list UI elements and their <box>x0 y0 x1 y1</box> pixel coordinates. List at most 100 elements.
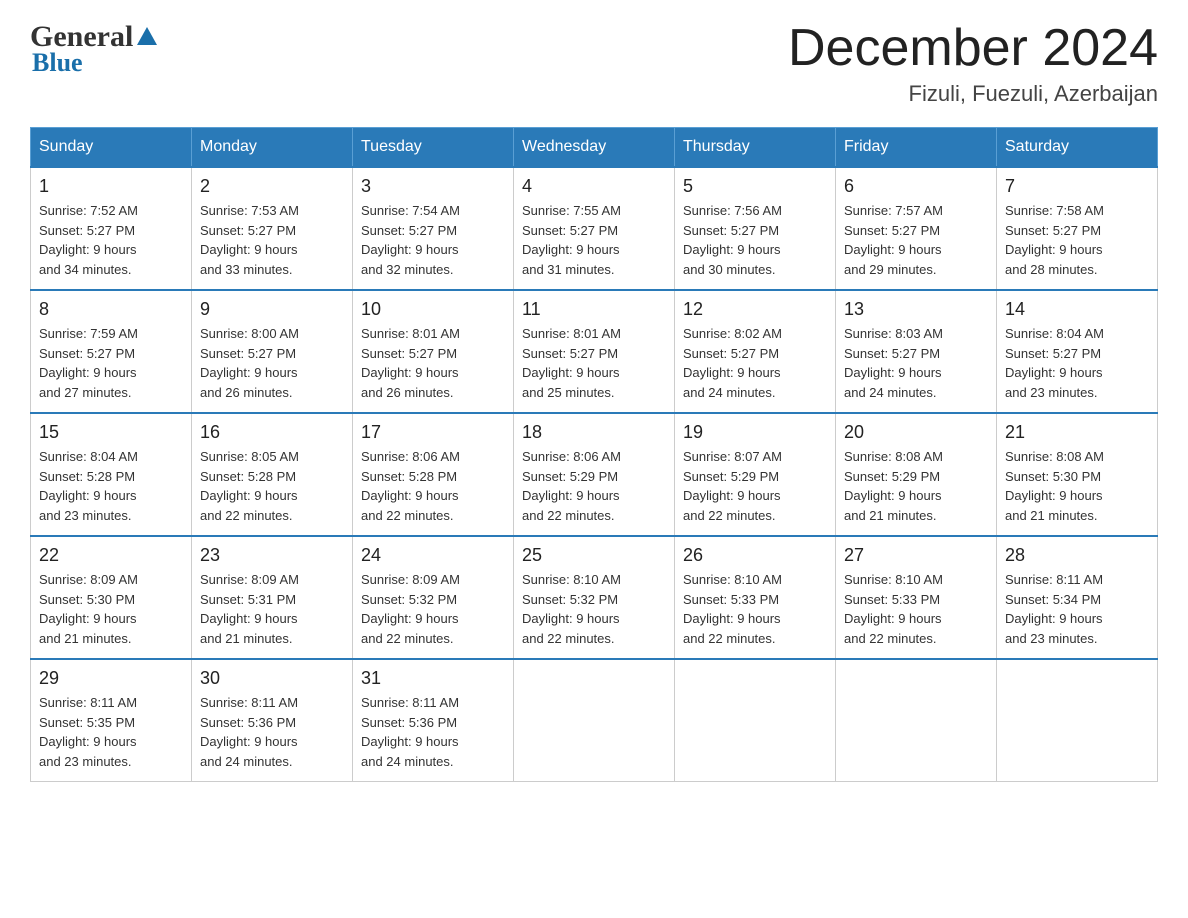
title-area: December 2024 Fizuli, Fuezuli, Azerbaija… <box>788 20 1158 107</box>
logo: General Blue <box>30 20 157 78</box>
calendar-cell: 21 Sunrise: 8:08 AM Sunset: 5:30 PM Dayl… <box>997 413 1158 536</box>
calendar-week-row: 8 Sunrise: 7:59 AM Sunset: 5:27 PM Dayli… <box>31 290 1158 413</box>
logo-blue-text: Blue <box>30 48 83 78</box>
calendar-cell: 29 Sunrise: 8:11 AM Sunset: 5:35 PM Dayl… <box>31 659 192 782</box>
calendar-week-row: 15 Sunrise: 8:04 AM Sunset: 5:28 PM Dayl… <box>31 413 1158 536</box>
calendar-cell: 16 Sunrise: 8:05 AM Sunset: 5:28 PM Dayl… <box>192 413 353 536</box>
calendar-cell: 2 Sunrise: 7:53 AM Sunset: 5:27 PM Dayli… <box>192 167 353 290</box>
day-info: Sunrise: 7:56 AM Sunset: 5:27 PM Dayligh… <box>683 201 827 279</box>
day-number: 13 <box>844 299 988 320</box>
calendar-cell: 17 Sunrise: 8:06 AM Sunset: 5:28 PM Dayl… <box>353 413 514 536</box>
col-friday: Friday <box>836 128 997 168</box>
logo-triangle-icon <box>137 27 157 45</box>
calendar-cell <box>836 659 997 782</box>
calendar-cell: 13 Sunrise: 8:03 AM Sunset: 5:27 PM Dayl… <box>836 290 997 413</box>
day-info: Sunrise: 8:04 AM Sunset: 5:27 PM Dayligh… <box>1005 324 1149 402</box>
day-number: 21 <box>1005 422 1149 443</box>
day-number: 16 <box>200 422 344 443</box>
col-wednesday: Wednesday <box>514 128 675 168</box>
calendar-cell: 28 Sunrise: 8:11 AM Sunset: 5:34 PM Dayl… <box>997 536 1158 659</box>
day-info: Sunrise: 8:11 AM Sunset: 5:35 PM Dayligh… <box>39 693 183 771</box>
day-number: 23 <box>200 545 344 566</box>
day-info: Sunrise: 7:53 AM Sunset: 5:27 PM Dayligh… <box>200 201 344 279</box>
calendar-cell: 9 Sunrise: 8:00 AM Sunset: 5:27 PM Dayli… <box>192 290 353 413</box>
calendar-cell: 22 Sunrise: 8:09 AM Sunset: 5:30 PM Dayl… <box>31 536 192 659</box>
calendar-cell: 18 Sunrise: 8:06 AM Sunset: 5:29 PM Dayl… <box>514 413 675 536</box>
month-year-title: December 2024 <box>788 20 1158 77</box>
calendar-cell: 5 Sunrise: 7:56 AM Sunset: 5:27 PM Dayli… <box>675 167 836 290</box>
page-header: General Blue December 2024 Fizuli, Fuezu… <box>30 20 1158 107</box>
calendar-table: Sunday Monday Tuesday Wednesday Thursday… <box>30 127 1158 782</box>
calendar-cell: 15 Sunrise: 8:04 AM Sunset: 5:28 PM Dayl… <box>31 413 192 536</box>
day-info: Sunrise: 8:02 AM Sunset: 5:27 PM Dayligh… <box>683 324 827 402</box>
calendar-cell: 24 Sunrise: 8:09 AM Sunset: 5:32 PM Dayl… <box>353 536 514 659</box>
header-row: Sunday Monday Tuesday Wednesday Thursday… <box>31 128 1158 168</box>
day-info: Sunrise: 8:11 AM Sunset: 5:34 PM Dayligh… <box>1005 570 1149 648</box>
day-number: 29 <box>39 668 183 689</box>
day-number: 1 <box>39 176 183 197</box>
calendar-cell: 8 Sunrise: 7:59 AM Sunset: 5:27 PM Dayli… <box>31 290 192 413</box>
calendar-cell: 7 Sunrise: 7:58 AM Sunset: 5:27 PM Dayli… <box>997 167 1158 290</box>
day-info: Sunrise: 8:09 AM Sunset: 5:32 PM Dayligh… <box>361 570 505 648</box>
calendar-cell: 11 Sunrise: 8:01 AM Sunset: 5:27 PM Dayl… <box>514 290 675 413</box>
day-info: Sunrise: 8:11 AM Sunset: 5:36 PM Dayligh… <box>200 693 344 771</box>
calendar-cell: 3 Sunrise: 7:54 AM Sunset: 5:27 PM Dayli… <box>353 167 514 290</box>
day-number: 4 <box>522 176 666 197</box>
calendar-cell: 4 Sunrise: 7:55 AM Sunset: 5:27 PM Dayli… <box>514 167 675 290</box>
day-number: 18 <box>522 422 666 443</box>
day-info: Sunrise: 8:10 AM Sunset: 5:33 PM Dayligh… <box>683 570 827 648</box>
col-tuesday: Tuesday <box>353 128 514 168</box>
col-saturday: Saturday <box>997 128 1158 168</box>
calendar-cell: 12 Sunrise: 8:02 AM Sunset: 5:27 PM Dayl… <box>675 290 836 413</box>
calendar-cell: 26 Sunrise: 8:10 AM Sunset: 5:33 PM Dayl… <box>675 536 836 659</box>
day-number: 14 <box>1005 299 1149 320</box>
day-info: Sunrise: 8:08 AM Sunset: 5:29 PM Dayligh… <box>844 447 988 525</box>
day-number: 20 <box>844 422 988 443</box>
day-info: Sunrise: 7:59 AM Sunset: 5:27 PM Dayligh… <box>39 324 183 402</box>
day-number: 3 <box>361 176 505 197</box>
calendar-cell <box>675 659 836 782</box>
day-info: Sunrise: 8:11 AM Sunset: 5:36 PM Dayligh… <box>361 693 505 771</box>
day-number: 7 <box>1005 176 1149 197</box>
day-info: Sunrise: 8:08 AM Sunset: 5:30 PM Dayligh… <box>1005 447 1149 525</box>
day-info: Sunrise: 7:58 AM Sunset: 5:27 PM Dayligh… <box>1005 201 1149 279</box>
day-info: Sunrise: 8:10 AM Sunset: 5:33 PM Dayligh… <box>844 570 988 648</box>
calendar-cell: 10 Sunrise: 8:01 AM Sunset: 5:27 PM Dayl… <box>353 290 514 413</box>
day-number: 6 <box>844 176 988 197</box>
day-number: 10 <box>361 299 505 320</box>
calendar-cell: 25 Sunrise: 8:10 AM Sunset: 5:32 PM Dayl… <box>514 536 675 659</box>
calendar-cell: 30 Sunrise: 8:11 AM Sunset: 5:36 PM Dayl… <box>192 659 353 782</box>
day-number: 8 <box>39 299 183 320</box>
day-number: 11 <box>522 299 666 320</box>
day-number: 5 <box>683 176 827 197</box>
col-sunday: Sunday <box>31 128 192 168</box>
calendar-cell: 23 Sunrise: 8:09 AM Sunset: 5:31 PM Dayl… <box>192 536 353 659</box>
calendar-cell <box>997 659 1158 782</box>
day-info: Sunrise: 8:09 AM Sunset: 5:31 PM Dayligh… <box>200 570 344 648</box>
location-subtitle: Fizuli, Fuezuli, Azerbaijan <box>788 81 1158 107</box>
day-info: Sunrise: 8:01 AM Sunset: 5:27 PM Dayligh… <box>522 324 666 402</box>
day-number: 30 <box>200 668 344 689</box>
day-info: Sunrise: 8:06 AM Sunset: 5:28 PM Dayligh… <box>361 447 505 525</box>
day-number: 17 <box>361 422 505 443</box>
calendar-cell: 20 Sunrise: 8:08 AM Sunset: 5:29 PM Dayl… <box>836 413 997 536</box>
day-number: 15 <box>39 422 183 443</box>
day-info: Sunrise: 7:55 AM Sunset: 5:27 PM Dayligh… <box>522 201 666 279</box>
calendar-cell <box>514 659 675 782</box>
calendar-week-row: 22 Sunrise: 8:09 AM Sunset: 5:30 PM Dayl… <box>31 536 1158 659</box>
day-number: 26 <box>683 545 827 566</box>
calendar-week-row: 29 Sunrise: 8:11 AM Sunset: 5:35 PM Dayl… <box>31 659 1158 782</box>
calendar-header: Sunday Monday Tuesday Wednesday Thursday… <box>31 128 1158 168</box>
calendar-week-row: 1 Sunrise: 7:52 AM Sunset: 5:27 PM Dayli… <box>31 167 1158 290</box>
calendar-cell: 27 Sunrise: 8:10 AM Sunset: 5:33 PM Dayl… <box>836 536 997 659</box>
day-number: 22 <box>39 545 183 566</box>
day-info: Sunrise: 8:06 AM Sunset: 5:29 PM Dayligh… <box>522 447 666 525</box>
day-number: 9 <box>200 299 344 320</box>
day-info: Sunrise: 8:07 AM Sunset: 5:29 PM Dayligh… <box>683 447 827 525</box>
day-number: 27 <box>844 545 988 566</box>
calendar-cell: 1 Sunrise: 7:52 AM Sunset: 5:27 PM Dayli… <box>31 167 192 290</box>
col-thursday: Thursday <box>675 128 836 168</box>
day-info: Sunrise: 7:57 AM Sunset: 5:27 PM Dayligh… <box>844 201 988 279</box>
day-number: 2 <box>200 176 344 197</box>
calendar-cell: 6 Sunrise: 7:57 AM Sunset: 5:27 PM Dayli… <box>836 167 997 290</box>
